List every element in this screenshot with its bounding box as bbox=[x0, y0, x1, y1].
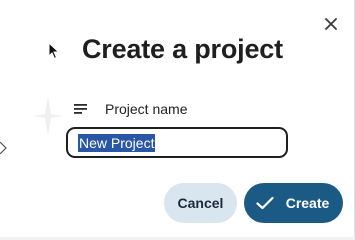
decorative-sparkle bbox=[34, 96, 62, 136]
close-button[interactable] bbox=[320, 13, 342, 35]
create-button[interactable]: Create bbox=[244, 183, 343, 223]
create-project-dialog: Create a project Project name New Projec… bbox=[0, 0, 355, 237]
close-icon bbox=[325, 18, 337, 30]
create-button-label: Create bbox=[285, 195, 330, 211]
project-name-input[interactable] bbox=[66, 127, 288, 158]
project-name-label-row: Project name bbox=[73, 99, 187, 119]
dialog-title: Create a project bbox=[82, 34, 283, 64]
cancel-button[interactable]: Cancel bbox=[164, 183, 237, 223]
project-name-label: Project name bbox=[105, 101, 188, 117]
lines-icon bbox=[73, 102, 89, 116]
check-icon bbox=[256, 196, 274, 210]
